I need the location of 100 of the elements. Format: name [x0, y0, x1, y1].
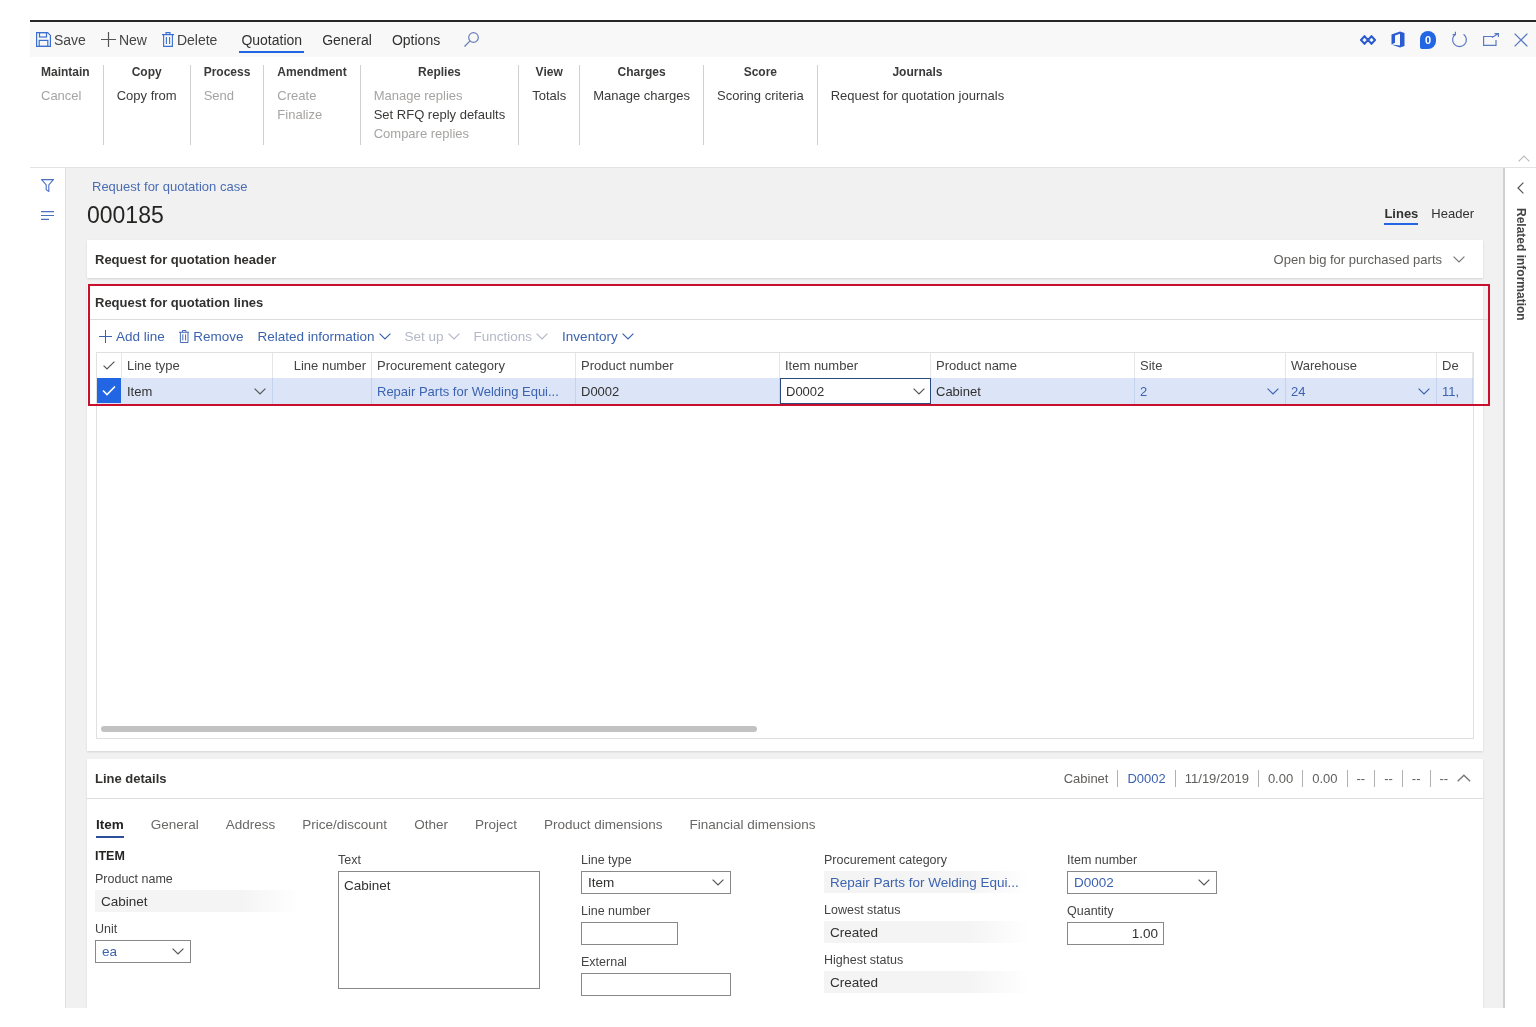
chevron-down-icon	[1418, 387, 1430, 395]
command-button[interactable]: New	[99, 26, 151, 53]
summary-value: 0.00	[1267, 771, 1294, 786]
checkmark-icon[interactable]	[103, 361, 115, 370]
group-heading: ITEM	[95, 848, 125, 864]
chevron-left-icon[interactable]	[1517, 182, 1524, 194]
input-field[interactable]	[581, 922, 678, 945]
command-button[interactable]: Delete	[160, 26, 222, 53]
chevron-down-icon	[1198, 879, 1210, 886]
action-tab[interactable]: General	[320, 26, 374, 53]
group-heading: Journals	[891, 65, 944, 79]
link-cell[interactable]: Repair Parts for Welding Equi...	[372, 378, 576, 404]
trash-icon	[161, 32, 174, 47]
dropdown-cell[interactable]: 24	[1286, 378, 1437, 404]
action-tab[interactable]: Options	[389, 26, 443, 53]
field-label: Procurement category	[824, 852, 947, 868]
view-tab[interactable]: Header	[1431, 205, 1474, 225]
detail-tab[interactable]: Address	[225, 817, 276, 838]
group-heading: Replies	[417, 65, 462, 79]
close-icon[interactable]	[1514, 32, 1528, 47]
dropdown-field[interactable]: D0002	[1067, 871, 1217, 894]
detail-tab[interactable]: Other	[414, 817, 448, 838]
app-logo-icon[interactable]	[1391, 31, 1405, 48]
input-field[interactable]: 1.00	[1067, 922, 1164, 945]
group-heading: Score	[742, 65, 779, 79]
summary-link[interactable]: D0002	[1127, 771, 1166, 786]
plus-icon	[100, 32, 116, 47]
detail-tab[interactable]: Price/discount	[302, 817, 388, 838]
summary-value: --	[1411, 771, 1421, 786]
detail-tab[interactable]: Item	[96, 817, 124, 838]
action-tab[interactable]: Quotation	[239, 26, 305, 53]
section-title: Request for quotation header	[95, 251, 277, 267]
chevron-down-icon	[254, 387, 266, 395]
toolbar-button[interactable]: Related information	[257, 328, 391, 344]
filter-icon[interactable]	[41, 179, 54, 192]
detail-tab[interactable]: General	[150, 817, 199, 838]
chevron-up-icon[interactable]	[1457, 774, 1471, 783]
section-title: Request for quotation lines	[95, 295, 264, 310]
plus-icon	[99, 329, 112, 343]
command-button[interactable]: Save	[35, 26, 90, 53]
field-label: Quantity	[1067, 903, 1114, 919]
summary-value: --	[1384, 771, 1393, 786]
chevron-down-icon	[913, 387, 925, 395]
summary-value: --	[1356, 771, 1366, 786]
ribbon-command[interactable]: Request for quotation journals	[830, 86, 1005, 105]
view-tab[interactable]: Lines	[1384, 205, 1419, 225]
group-heading: Maintain	[41, 65, 90, 79]
group-heading: View	[534, 65, 564, 79]
field-label: Unit	[95, 921, 118, 937]
chevron-down-icon[interactable]	[1453, 255, 1465, 263]
ribbon-command[interactable]: Scoring criteria	[717, 86, 804, 105]
summary-value: 11/19/2019	[1184, 771, 1249, 786]
detail-tab[interactable]: Financial dimensions	[689, 817, 816, 838]
link-cell[interactable]: 11,	[1437, 378, 1473, 404]
group-heading: Amendment	[277, 65, 347, 79]
list-icon[interactable]	[41, 211, 54, 220]
dropdown-field[interactable]: Item	[581, 871, 731, 894]
trash-icon	[178, 329, 190, 343]
notifications-button[interactable]: 0	[1420, 30, 1436, 49]
text-area[interactable]: Cabinet	[338, 871, 540, 989]
grid-input-field[interactable]: D0002	[780, 378, 931, 404]
diamond-pair-icon[interactable]	[1360, 34, 1376, 45]
section-title: Line details	[95, 771, 167, 786]
refresh-icon[interactable]	[1451, 31, 1468, 48]
field-label: Text	[338, 852, 361, 868]
chevron-down-icon	[172, 948, 184, 955]
group-heading: Copy	[130, 65, 163, 79]
dropdown-field[interactable]: ea	[95, 940, 191, 963]
toolbar-button[interactable]: Remove	[178, 328, 244, 344]
detail-tab[interactable]: Product dimensions	[543, 817, 663, 838]
toolbar-button[interactable]: Inventory	[562, 328, 634, 344]
ribbon-command[interactable]: Set RFQ reply defaults	[373, 105, 506, 124]
popout-icon[interactable]	[1483, 33, 1499, 46]
chevron-down-icon	[1267, 387, 1279, 395]
field-label: Product name	[95, 871, 173, 887]
group-heading: Charges	[616, 65, 667, 79]
dropdown-cell[interactable]: 2	[1135, 378, 1286, 404]
field-label: Item number	[1067, 852, 1138, 868]
chevron-down-icon	[712, 879, 724, 886]
dropdown-cell[interactable]: Item	[122, 378, 273, 404]
ribbon-command[interactable]: Totals	[532, 86, 567, 105]
toolbar-button[interactable]: Add line	[99, 328, 165, 344]
section-summary: Open big for purchased parts	[1273, 251, 1442, 267]
field-label: Lowest status	[824, 902, 901, 918]
ribbon-command[interactable]: Copy from	[116, 86, 177, 105]
field-label: Line number	[581, 903, 651, 919]
ribbon-command[interactable]: Manage charges	[593, 86, 690, 105]
summary-value: --	[1439, 771, 1449, 786]
group-heading: Process	[203, 65, 251, 79]
pane-title[interactable]: Related information	[1513, 208, 1528, 321]
breadcrumb-link[interactable]: Request for quotation case	[92, 179, 248, 195]
horizontal-scrollbar[interactable]	[101, 726, 757, 732]
page-title: 000185	[87, 201, 164, 229]
row-checkbox[interactable]	[97, 378, 121, 403]
input-field[interactable]	[581, 973, 731, 996]
detail-tab[interactable]: Project	[474, 817, 517, 838]
field-label: External	[581, 954, 627, 970]
grid-cell: Cabinet	[931, 378, 1135, 404]
summary-value: Cabinet	[1063, 771, 1109, 786]
search-icon[interactable]	[464, 32, 480, 47]
